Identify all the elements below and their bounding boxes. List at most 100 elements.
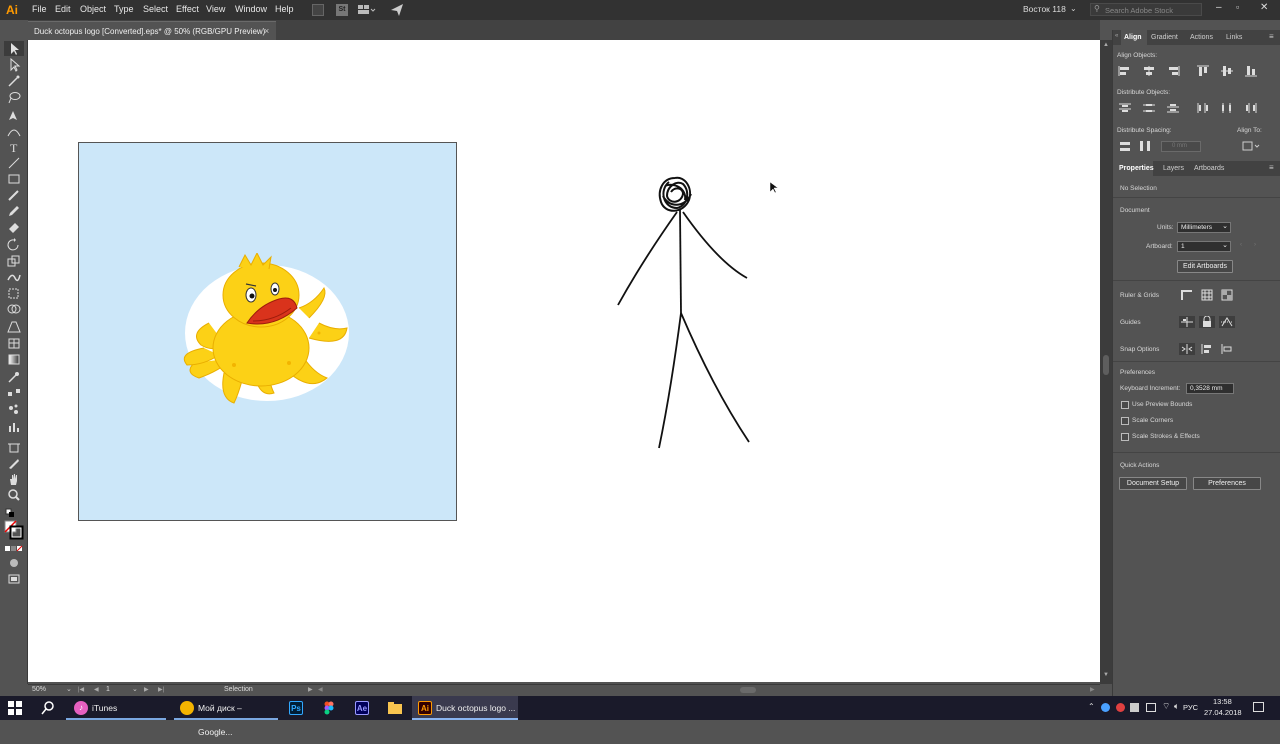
first-artboard-icon[interactable]: |◀ (78, 686, 84, 693)
artboard-dropdown[interactable]: 1 ⌄ (1177, 241, 1231, 252)
color-mode-icons[interactable] (4, 544, 24, 554)
document-setup-button[interactable]: Document Setup (1119, 477, 1187, 490)
status-menu-arrow-icon[interactable]: ▶ (308, 686, 313, 693)
search-icon[interactable] (41, 701, 55, 715)
column-graph-tool-icon[interactable] (6, 420, 22, 434)
clock-time[interactable]: 13:58 (1213, 697, 1232, 706)
shape-builder-tool-icon[interactable] (6, 302, 22, 316)
snap-to-point-icon[interactable] (1179, 343, 1195, 355)
horizontal-distribute-right-icon[interactable] (1243, 102, 1259, 114)
taskbar-illustrator[interactable]: Ai Duck octopus logo ... (412, 696, 518, 720)
collapse-icon[interactable]: « (1115, 33, 1118, 39)
slice-tool-icon[interactable] (6, 456, 22, 470)
vertical-distribute-top-icon[interactable] (1117, 102, 1133, 114)
tab-links[interactable]: Links (1226, 34, 1242, 41)
horizontal-distribute-left-icon[interactable] (1195, 102, 1211, 114)
vertical-scrollbar[interactable]: ▲ ▼ (1100, 40, 1112, 684)
use-preview-bounds-checkbox[interactable] (1121, 401, 1129, 409)
eraser-tool-icon[interactable] (6, 220, 22, 234)
file-explorer-icon[interactable] (388, 701, 402, 715)
panel-menu-icon[interactable]: ≡ (1269, 32, 1274, 41)
lock-guides-icon[interactable] (1199, 315, 1215, 328)
gradient-tool-icon[interactable] (6, 352, 22, 366)
vertical-distribute-bottom-icon[interactable] (1165, 102, 1181, 114)
horizontal-distribute-center-icon[interactable] (1219, 102, 1235, 114)
vertical-distribute-center-icon[interactable] (1141, 102, 1157, 114)
scroll-left-icon[interactable]: ◀ (318, 686, 323, 693)
keyboard-increment-field[interactable]: 0,3528 mm (1186, 383, 1234, 394)
tab-artboards[interactable]: Artboards (1194, 165, 1224, 172)
artboard-number[interactable]: 1 (106, 686, 110, 693)
horizontal-scroll-thumb[interactable] (740, 687, 756, 693)
menu-view[interactable]: View (206, 4, 225, 14)
symbol-sprayer-tool-icon[interactable] (6, 402, 22, 416)
document-tab[interactable]: Duck octopus logo [Converted].eps* @ 50%… (28, 21, 276, 40)
clock-date[interactable]: 27.04.2018 (1204, 708, 1242, 717)
prev-artboard-icon[interactable]: ‹ (1240, 242, 1242, 248)
scroll-right-icon[interactable]: ▶ (1090, 686, 1095, 693)
grid-icon[interactable] (1199, 289, 1215, 301)
tab-actions[interactable]: Actions (1190, 34, 1213, 41)
units-dropdown[interactable]: Millimeters ⌄ (1177, 222, 1231, 233)
tab-properties[interactable]: Properties (1119, 165, 1154, 172)
windows-start-icon[interactable] (8, 701, 22, 715)
line-segment-tool-icon[interactable] (6, 156, 22, 170)
taskbar-chrome[interactable]: Мой диск – Google... (174, 696, 278, 737)
next-artboard-icon[interactable]: › (1254, 242, 1256, 248)
canvas[interactable] (28, 40, 1100, 682)
last-artboard-icon[interactable]: ▶| (158, 686, 164, 693)
fill-stroke-swatch[interactable] (4, 520, 24, 540)
eyedropper-tool-icon[interactable] (6, 370, 22, 384)
figma-icon[interactable] (322, 701, 336, 715)
warp-tool-icon[interactable] (6, 270, 22, 284)
perspective-grid-tool-icon[interactable] (6, 320, 22, 334)
snap-to-pixel-icon[interactable] (1219, 343, 1235, 355)
after-effects-icon[interactable]: Ae (355, 701, 369, 715)
arrange-documents-icon[interactable] (358, 4, 376, 16)
volume-icon[interactable]: 🔈︎ (1174, 701, 1179, 712)
photoshop-icon[interactable]: Ps (289, 701, 303, 715)
scroll-down-icon[interactable]: ▼ (1103, 672, 1109, 678)
smart-guides-icon[interactable] (1219, 316, 1235, 328)
pen-tool-icon[interactable] (6, 108, 22, 122)
vertical-distribute-space-icon[interactable] (1117, 140, 1133, 152)
artboard-tool-icon[interactable] (6, 440, 22, 454)
menu-effect[interactable]: Effect (176, 4, 199, 14)
close-tab-icon[interactable]: × (264, 26, 269, 36)
magic-wand-tool-icon[interactable] (6, 74, 22, 88)
free-transform-tool-icon[interactable] (6, 286, 22, 300)
horizontal-align-right-icon[interactable] (1165, 65, 1181, 77)
tray-app2-icon[interactable] (1116, 703, 1125, 712)
duck-octopus-logo[interactable] (179, 253, 354, 408)
horizontal-align-left-icon[interactable] (1117, 65, 1133, 77)
artboard[interactable] (78, 142, 457, 521)
tab-align[interactable]: Align (1124, 34, 1142, 41)
show-guides-icon[interactable] (1179, 316, 1195, 328)
language-indicator[interactable]: РУС (1183, 703, 1198, 712)
send-icon[interactable] (390, 3, 404, 17)
zoom-tool-icon[interactable] (6, 488, 22, 502)
preferences-button[interactable]: Preferences (1193, 477, 1261, 490)
pencil-tool-icon[interactable] (6, 204, 22, 218)
edit-artboards-button[interactable]: Edit Artboards (1177, 260, 1233, 273)
scroll-up-icon[interactable]: ▲ (1103, 42, 1109, 48)
paintbrush-tool-icon[interactable] (6, 188, 22, 202)
vertical-align-center-icon[interactable] (1219, 65, 1235, 77)
curvature-tool-icon[interactable] (6, 124, 22, 138)
rotate-tool-icon[interactable] (6, 238, 22, 252)
horizontal-distribute-space-icon[interactable] (1137, 140, 1153, 152)
maximize-icon[interactable]: ▫ (1236, 2, 1239, 12)
spacing-field[interactable]: 0 mm (1161, 141, 1201, 152)
menu-help[interactable]: Help (275, 4, 294, 14)
snap-to-grid-icon[interactable] (1199, 343, 1215, 355)
scale-strokes-effects-checkbox[interactable] (1121, 433, 1129, 441)
menu-type[interactable]: Type (114, 4, 134, 14)
network-icon[interactable]: ⌔ (1162, 701, 1170, 712)
hand-tool-icon[interactable] (6, 472, 22, 486)
prev-artboard-icon[interactable]: ◀ (94, 686, 99, 693)
lasso-tool-icon[interactable] (6, 90, 22, 104)
rectangle-tool-icon[interactable] (6, 172, 22, 186)
menu-file[interactable]: File (32, 4, 47, 14)
zoom-dropdown-icon[interactable]: ⌄ (66, 685, 72, 693)
selection-tool-icon[interactable] (6, 42, 22, 56)
